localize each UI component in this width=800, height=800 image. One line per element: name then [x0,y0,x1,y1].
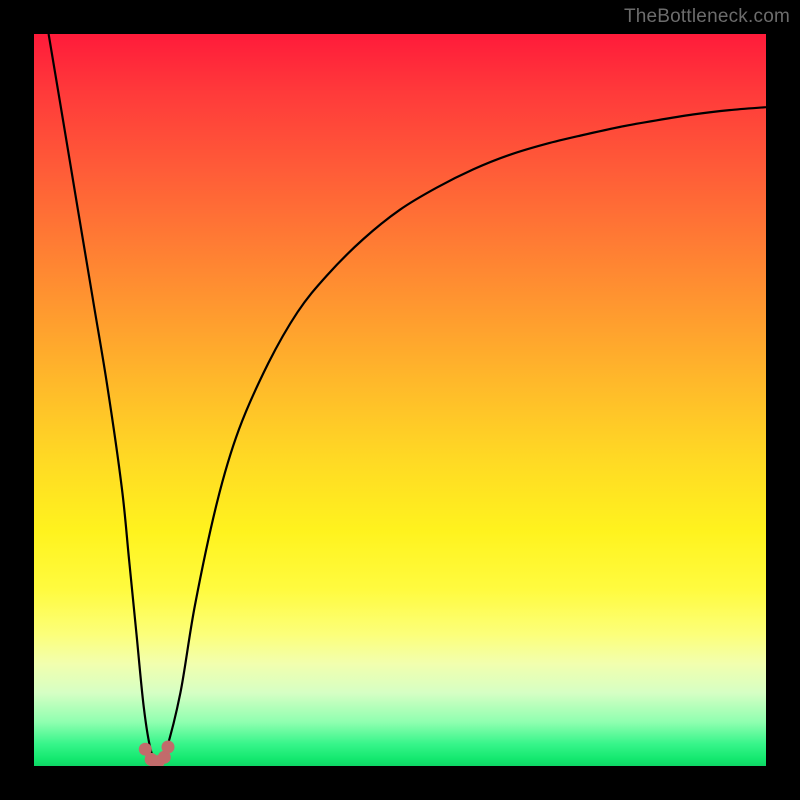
minimum-marker [162,741,175,754]
curve-layer [34,34,766,766]
watermark-text: TheBottleneck.com [624,6,790,28]
minimum-marker-group [139,741,175,767]
plot-area [34,34,766,766]
chart-frame: TheBottleneck.com [0,0,800,800]
bottleneck-curve [49,34,766,762]
